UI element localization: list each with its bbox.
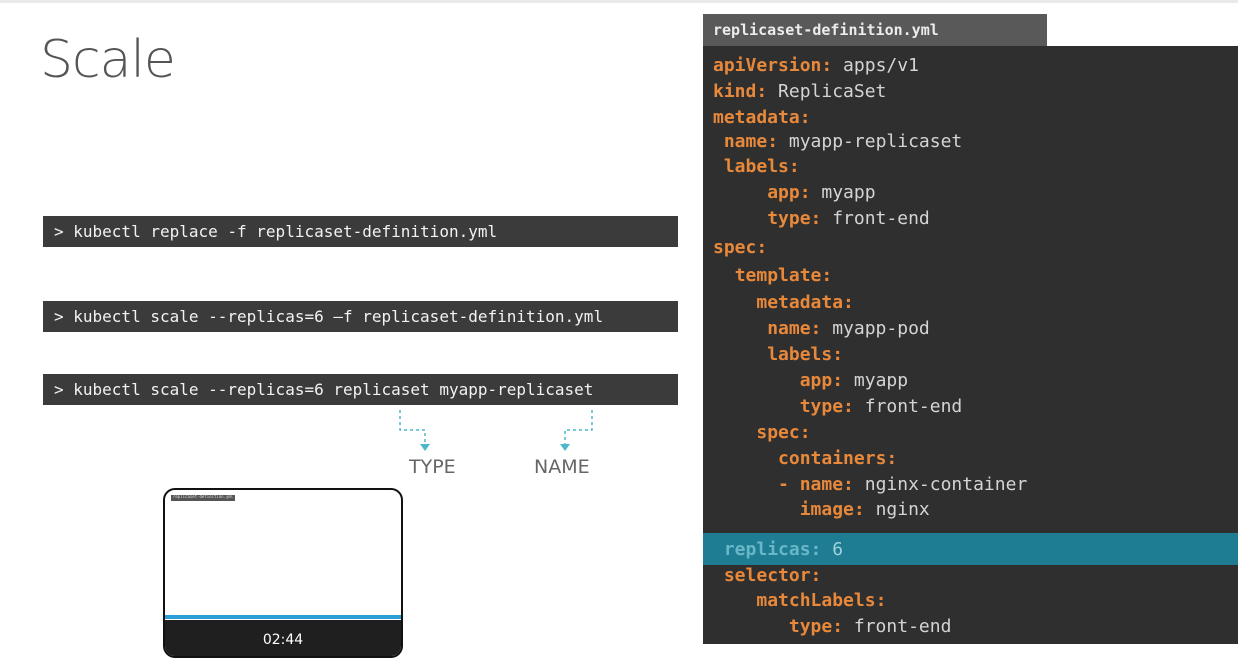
- thumbnail-footer: 02:44: [165, 620, 401, 656]
- yaml-key: kind:: [713, 81, 768, 102]
- thumbnail-progress-bar: [165, 615, 401, 619]
- yaml-value: myapp: [810, 182, 876, 203]
- yaml-value: nginx: [864, 499, 930, 520]
- yaml-value: myapp-pod: [821, 318, 930, 339]
- yaml-line: spec:: [713, 422, 811, 444]
- yaml-line: template:: [713, 265, 833, 287]
- yaml-key: containers:: [778, 448, 898, 469]
- yaml-key: name:: [767, 318, 822, 339]
- yaml-line: metadata:: [713, 107, 811, 129]
- yaml-key: template:: [734, 265, 833, 286]
- command-scale-type-name: > kubectl scale --replicas=6 replicaset …: [43, 374, 678, 405]
- name-arrow-line: [564, 410, 593, 444]
- yaml-key: spec:: [713, 237, 768, 258]
- yaml-indent: [713, 182, 767, 203]
- type-arrow-head: [420, 444, 430, 451]
- yaml-line: metadata:: [713, 292, 854, 314]
- yaml-key: - name:: [778, 474, 854, 495]
- video-preview-thumbnail[interactable]: replicaset-definition.yml 02:44: [163, 488, 403, 658]
- yaml-key: spec:: [756, 422, 811, 443]
- yaml-indent: [713, 156, 724, 177]
- yaml-line: containers:: [713, 448, 897, 470]
- yaml-line: app: myapp: [713, 370, 908, 392]
- yaml-indent: [713, 448, 778, 469]
- yaml-value: front-end: [853, 396, 963, 417]
- yaml-value: myapp-replicaset: [778, 131, 963, 152]
- yaml-line: labels:: [713, 344, 843, 366]
- yaml-line: selector:: [713, 565, 822, 587]
- yaml-indent: [713, 265, 735, 286]
- yaml-value: ReplicaSet: [767, 81, 887, 102]
- yaml-line: replicas: 6: [713, 539, 843, 561]
- annotation-name: NAME: [534, 456, 590, 478]
- yaml-line: name: myapp-replicaset: [713, 131, 962, 153]
- type-arrow-line: [399, 410, 426, 444]
- yaml-line: app: myapp: [713, 182, 876, 204]
- yaml-key: apiVersion:: [713, 55, 833, 76]
- yaml-key: labels:: [767, 344, 844, 365]
- yaml-line: spec:: [713, 237, 767, 259]
- yaml-line: image: nginx: [713, 499, 930, 521]
- yaml-line: name: myapp-pod: [713, 318, 930, 340]
- yaml-key: metadata:: [713, 107, 811, 128]
- yaml-key: app:: [799, 370, 844, 391]
- yaml-line: matchLabels:: [713, 590, 886, 612]
- slide-title: Scale: [40, 30, 176, 90]
- yaml-indent: [713, 370, 800, 391]
- yaml-value: 6: [821, 539, 844, 560]
- yaml-key: image:: [799, 499, 865, 520]
- yaml-indent: [713, 616, 789, 637]
- yaml-key: type:: [767, 208, 822, 229]
- yaml-indent: [713, 499, 800, 520]
- yaml-key: type:: [799, 396, 854, 417]
- yaml-key: labels:: [723, 156, 800, 177]
- yaml-key: app:: [767, 182, 811, 203]
- yaml-indent: [713, 208, 767, 229]
- yaml-value: apps/v1: [832, 55, 919, 76]
- yaml-line: type: front-end: [713, 208, 930, 230]
- annotation-type: TYPE: [409, 456, 456, 478]
- yaml-key: selector:: [723, 565, 822, 586]
- yaml-key: type:: [788, 616, 844, 637]
- yaml-key: metadata:: [756, 292, 854, 313]
- yaml-line: type: front-end: [713, 616, 952, 638]
- yaml-indent: [713, 292, 756, 313]
- command-scale-file: > kubectl scale --replicas=6 –f replicas…: [43, 301, 678, 332]
- yaml-indent: [713, 344, 767, 365]
- yaml-file-tab: replicaset-definition.yml: [703, 14, 1047, 47]
- pointer-arrows: [399, 410, 593, 451]
- yaml-value: nginx-container: [853, 474, 1028, 495]
- yaml-indent: [713, 539, 724, 560]
- yaml-indent: [713, 396, 800, 417]
- video-timestamp: 02:44: [262, 632, 304, 648]
- yaml-line: type: front-end: [713, 396, 963, 418]
- yaml-key: name:: [723, 131, 779, 152]
- name-arrow-head: [560, 444, 570, 451]
- yaml-line: - name: nginx-container: [713, 474, 1027, 496]
- thumbnail-file-label: replicaset-definition.yml: [173, 494, 234, 499]
- yaml-value: front-end: [843, 616, 952, 637]
- yaml-indent: [713, 318, 767, 339]
- yaml-indent: [713, 590, 756, 611]
- yaml-indent: [713, 565, 724, 586]
- yaml-key: matchLabels:: [756, 590, 887, 611]
- yaml-indent: [713, 422, 756, 443]
- yaml-indent: [713, 474, 778, 495]
- yaml-value: front-end: [821, 208, 930, 229]
- command-replace: > kubectl replace -f replicaset-definiti…: [43, 216, 678, 247]
- yaml-line: kind: ReplicaSet: [713, 81, 886, 103]
- yaml-key: replicas:: [723, 539, 822, 560]
- yaml-indent: [713, 131, 724, 152]
- yaml-line: labels:: [713, 156, 800, 178]
- yaml-line: apiVersion: apps/v1: [713, 55, 919, 77]
- yaml-value: myapp: [843, 370, 909, 391]
- top-divider: [0, 0, 1238, 3]
